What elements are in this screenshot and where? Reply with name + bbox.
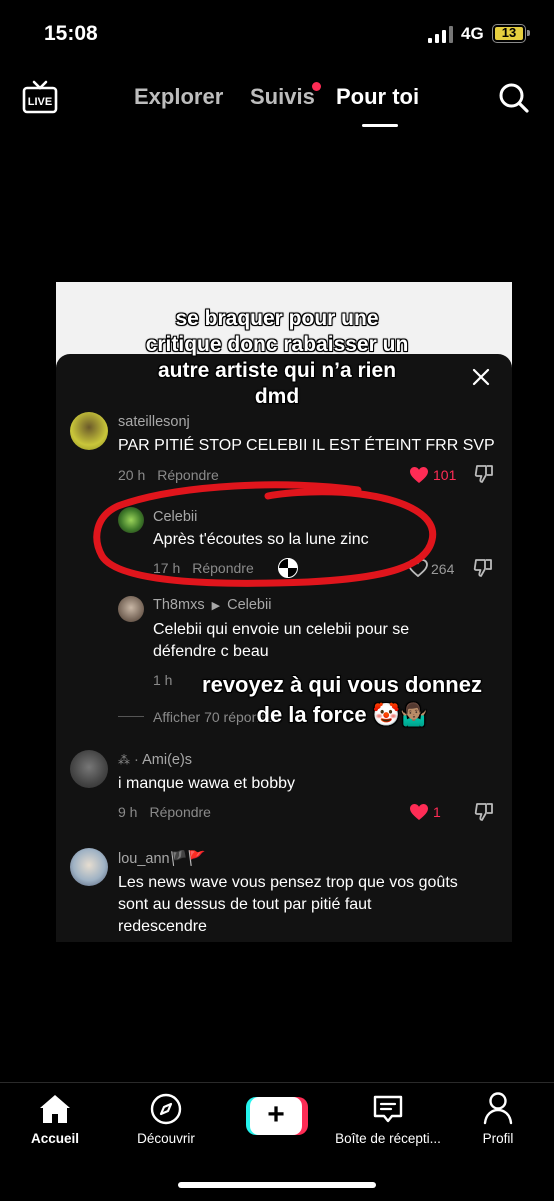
caption-top: se braquer pour une critique donc rabais… [120,306,434,410]
reply-button[interactable]: Répondre [149,804,211,820]
nav-label: Découvrir [137,1131,195,1146]
caption-line: de la force 🤡🤷🏽‍♂️ [256,702,428,727]
compass-icon [150,1093,182,1125]
battery-icon: 13 [492,24,530,43]
heart-icon[interactable] [409,803,429,821]
status-time: 15:08 [44,22,98,45]
comment-username[interactable]: Th8mxs [153,597,205,613]
nav-label: Profil [482,1131,514,1146]
red-scribble-circle [93,481,437,587]
badge-row: ⁂ · Ami(e)s [118,752,193,768]
battery-level: 13 [501,25,517,40]
caption-line: dmd [254,385,300,408]
badge-icon: ⁂ [118,753,130,767]
tab-suivis[interactable]: Suivis [250,84,315,110]
avatar[interactable] [70,750,108,788]
live-icon[interactable]: LIVE [22,80,58,114]
comment-text: redescendre [118,918,207,935]
tab-pour-toi[interactable]: Pour toi [336,84,419,110]
divider [118,716,144,717]
comment-text: Les news wave vous pensez trop que vos g… [118,874,458,891]
create-button[interactable]: + [246,1097,308,1139]
avatar[interactable] [70,412,108,450]
home-indicator [178,1182,376,1188]
avatar[interactable] [70,848,108,886]
reply-header: Th8mxs ▶ Celebii [153,597,271,613]
comment-meta: 9 h Répondre [118,804,211,820]
close-icon[interactable] [472,368,490,386]
search-icon[interactable] [498,82,530,114]
profile-icon [483,1092,513,1125]
comment-username[interactable]: sateillesonj [118,414,190,430]
home-icon [40,1095,70,1123]
live-label: LIVE [28,96,52,108]
comment-text: i manque wawa et bobby [118,775,295,792]
caption-line: autre artiste qui n’a rien [157,359,397,382]
comment-time: 9 h [118,804,138,820]
dislike-icon[interactable] [474,802,494,822]
caption-line: se braquer pour une [175,307,379,330]
nav-label: Boîte de récepti... [335,1131,441,1146]
plus-icon: + [250,1097,302,1135]
signal-icon [428,26,456,43]
network-label: 4G [461,24,484,43]
status-bar: 15:08 4G 13 [0,0,554,70]
nav-label: Accueil [30,1131,80,1146]
comment-text: défendre c beau [153,643,269,660]
notification-dot [312,82,321,91]
caption-line: critique donc rabaisser un [145,333,409,356]
caption-bottom: revoyez à qui vous donnez de la force 🤡🤷… [170,670,514,730]
friends-label: Ami(e)s [142,752,193,768]
comment-text: PAR PITIÉ STOP CELEBII IL EST ÉTEINT FRR… [118,437,495,454]
comment-username[interactable]: lou_ann🏴🚩 [118,850,206,867]
comment-text: Celebii qui envoie un celebii pour se [153,621,410,638]
inbox-icon [373,1095,403,1123]
dislike-icon[interactable] [473,558,493,578]
dislike-icon[interactable] [474,464,494,484]
caption-line: revoyez à qui vous donnez [202,672,482,697]
comment-text: sont au dessus de tout par pitié faut [118,896,372,913]
active-tab-underline [362,124,398,127]
like-count: 1 [433,804,441,820]
tab-explorer[interactable]: Explorer [134,84,223,110]
reply-to-username[interactable]: Celebii [227,597,271,613]
avatar[interactable] [118,596,144,622]
reply-arrow-icon: ▶ [211,600,221,612]
